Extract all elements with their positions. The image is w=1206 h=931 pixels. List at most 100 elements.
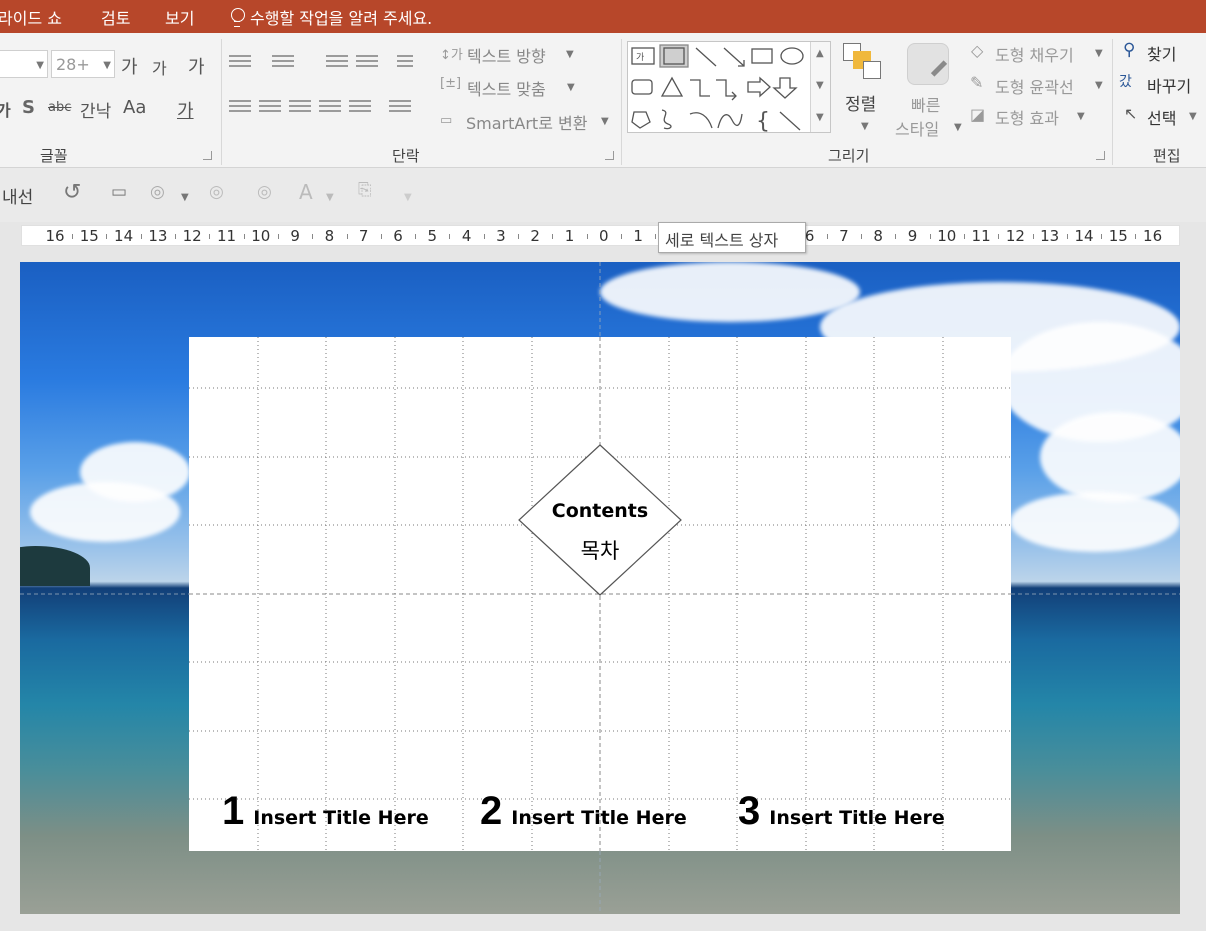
lightbulb-icon bbox=[230, 8, 245, 27]
ruler-tick bbox=[826, 234, 828, 239]
shape-outline-button[interactable]: 도형 윤곽선 bbox=[995, 74, 1074, 98]
horizontal-ruler[interactable]: 1615141312111098765432101234567891011121… bbox=[21, 225, 1180, 246]
ruler-tick bbox=[518, 234, 520, 239]
select-button[interactable]: 선택 bbox=[1147, 105, 1176, 129]
shape-effects-button[interactable]: 도형 효과 bbox=[995, 105, 1059, 129]
arrange-icon bbox=[843, 43, 883, 83]
align-left-icon[interactable] bbox=[229, 100, 251, 118]
replace-button[interactable]: 바꾸기 bbox=[1147, 73, 1191, 97]
tab-view[interactable]: 보기 bbox=[165, 5, 194, 29]
ruler-label: 13 bbox=[148, 227, 168, 245]
gallery-scrollbar[interactable]: ▲ ▼ ▼ bbox=[810, 42, 830, 132]
ruler-label: 8 bbox=[324, 227, 335, 245]
tell-me-box[interactable]: 수행할 작업을 알려 주세요. bbox=[230, 5, 432, 29]
align-center-icon[interactable] bbox=[259, 100, 281, 118]
drawing-dialog-launcher[interactable] bbox=[1096, 151, 1105, 160]
line-spacing-icon[interactable] bbox=[397, 55, 413, 73]
ruler-tick bbox=[483, 234, 485, 239]
ruler-tick bbox=[998, 234, 1000, 239]
find-button[interactable]: 찾기 bbox=[1147, 41, 1176, 65]
ruler-tick bbox=[1101, 234, 1103, 239]
text-direction-button[interactable]: 텍스트 방향 bbox=[467, 43, 546, 67]
decrease-indent-icon[interactable] bbox=[326, 55, 348, 73]
ruler-tick bbox=[243, 234, 245, 239]
increase-indent-icon[interactable] bbox=[356, 55, 378, 73]
quick-styles-line1[interactable]: 빠른 bbox=[911, 92, 940, 116]
font-dialog-launcher[interactable] bbox=[203, 151, 212, 160]
ruler-tick bbox=[277, 234, 279, 239]
svg-text:가: 가 bbox=[636, 52, 644, 63]
effects-icon: ◪ bbox=[970, 105, 986, 124]
drawing-group-label: 그리기 bbox=[828, 147, 870, 165]
bullets-icon[interactable] bbox=[229, 55, 251, 73]
ruler-label: 5 bbox=[427, 227, 438, 245]
clipboard-icon[interactable]: ⎘ bbox=[358, 180, 372, 200]
align-text-button[interactable]: 텍스트 맞춤 bbox=[467, 76, 546, 100]
replace-icon: 갔 bbox=[1119, 74, 1132, 90]
shrink-font-button[interactable]: 가 bbox=[152, 55, 167, 79]
ruler-tick bbox=[209, 234, 211, 239]
merge-shapes-icon[interactable]: ◎ bbox=[150, 182, 165, 202]
divider bbox=[1112, 39, 1113, 165]
char-spacing-button[interactable]: 간낙 bbox=[80, 97, 111, 122]
text-effect-icon[interactable]: A bbox=[299, 180, 313, 204]
quick-toolbar: 내선 ↺ ▭ ◎ ▼ ◎ ◎ A ▼ ⎘ ▼ bbox=[0, 168, 1206, 222]
clear-format-button[interactable]: 가 bbox=[188, 53, 205, 79]
ruler-label: 1 bbox=[633, 227, 643, 245]
justify-icon[interactable] bbox=[319, 100, 341, 118]
combine-icon[interactable]: ◎ bbox=[257, 182, 272, 202]
smartart-button[interactable]: SmartArt로 변환 bbox=[466, 110, 587, 134]
shapes-icon: 가 { bbox=[631, 44, 804, 134]
paint-bucket-icon: ◇ bbox=[971, 41, 984, 60]
quick-styles-line2[interactable]: 스타일 bbox=[895, 116, 939, 140]
arrange-button[interactable]: 정렬 bbox=[845, 90, 876, 115]
paragraph-dialog-launcher[interactable] bbox=[605, 151, 614, 160]
italic-button[interactable]: 가 bbox=[0, 97, 11, 121]
ruler-label: 3 bbox=[496, 227, 506, 245]
strikethrough-button[interactable]: abc bbox=[48, 100, 71, 115]
ruler-label: 14 bbox=[1074, 227, 1094, 245]
ruler-label: 10 bbox=[251, 227, 271, 245]
slide-center-guides bbox=[20, 262, 1180, 914]
ribbon: ▼ 28+ ▼ 가 가 가 가 S abc 간낙 Aa 가 글꼴 ↕가 텍스트 … bbox=[0, 33, 1206, 168]
grow-font-button[interactable]: 가 bbox=[121, 53, 138, 79]
slide-canvas[interactable]: Contents 목차 1 Insert Title Here 2 Insert… bbox=[20, 262, 1180, 914]
editing-group-label: 편집 bbox=[1153, 147, 1181, 165]
ruler-label: 6 bbox=[393, 227, 403, 245]
ruler-label: 15 bbox=[79, 227, 99, 245]
align-right-icon[interactable] bbox=[289, 100, 311, 118]
rotate-icon[interactable]: ↺ bbox=[63, 180, 81, 205]
font-size-value: 28+ bbox=[56, 55, 90, 74]
align-text-icon: [±] bbox=[440, 76, 462, 91]
menu-bar: 라이드 쇼 검토 보기 수행할 작업을 알려 주세요. bbox=[0, 0, 1206, 33]
font-name-box[interactable]: ▼ bbox=[0, 50, 48, 78]
shape-fill-button[interactable]: 도형 채우기 bbox=[995, 42, 1074, 66]
change-case-button[interactable]: Aa bbox=[123, 97, 146, 118]
ruler-tick bbox=[963, 234, 965, 239]
ruler-label: 4 bbox=[461, 227, 472, 245]
numbering-icon[interactable] bbox=[272, 55, 294, 73]
ruler-label: 6 bbox=[804, 227, 815, 245]
cursor-icon: ↖ bbox=[1124, 104, 1138, 123]
ruler-tick bbox=[586, 234, 588, 239]
svg-text:{: { bbox=[756, 109, 770, 134]
shadow-button[interactable]: S bbox=[22, 97, 35, 118]
tooltip: 세로 텍스트 상자 bbox=[658, 222, 806, 253]
ruler-tick bbox=[1135, 234, 1137, 239]
columns-icon[interactable] bbox=[389, 100, 411, 118]
ruler-label: 12 bbox=[182, 227, 202, 245]
screen-show-icon[interactable]: ▭ bbox=[111, 182, 127, 202]
ruler-tick bbox=[1066, 234, 1068, 239]
tab-slideshow[interactable]: 라이드 쇼 bbox=[0, 5, 62, 29]
smartart-icon: ▭ bbox=[440, 113, 453, 128]
intersect-icon[interactable]: ◎ bbox=[209, 182, 224, 202]
ruler-label: 14 bbox=[114, 227, 134, 245]
distribute-icon[interactable] bbox=[349, 100, 371, 118]
ruler-tick bbox=[415, 234, 417, 239]
ruler-label: 7 bbox=[839, 227, 849, 245]
shape-gallery[interactable]: 가 { ▲ ▼ ▼ bbox=[627, 41, 831, 134]
tab-review[interactable]: 검토 bbox=[101, 5, 130, 29]
ruler-label: 9 bbox=[290, 227, 300, 245]
font-size-box[interactable]: 28+ ▼ bbox=[51, 50, 115, 78]
font-color-button[interactable]: 가 bbox=[177, 97, 194, 123]
